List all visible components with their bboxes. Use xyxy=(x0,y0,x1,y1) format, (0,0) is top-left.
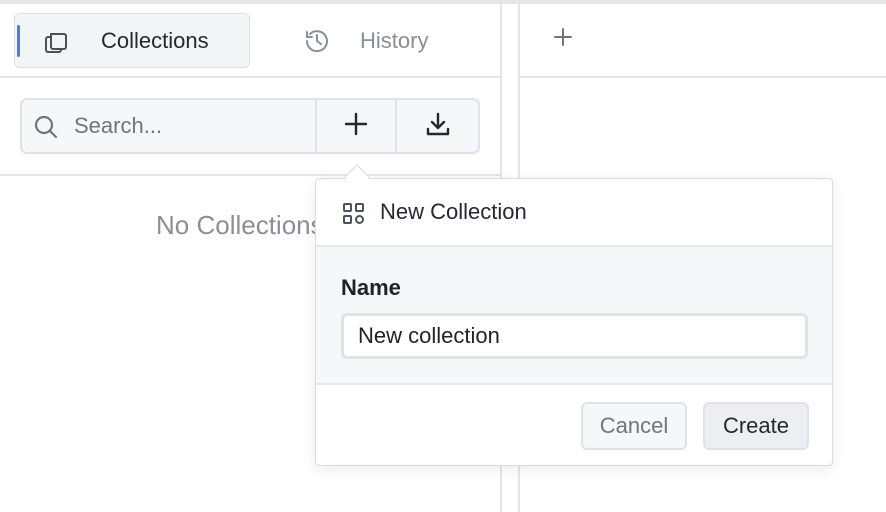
search-toolbar-group xyxy=(20,98,480,154)
download-icon xyxy=(424,110,452,143)
cancel-button[interactable]: Cancel xyxy=(581,402,687,450)
create-button[interactable]: Create xyxy=(703,402,809,450)
search-input[interactable] xyxy=(74,100,310,152)
popover-title: New Collection xyxy=(380,199,527,224)
app-window: Collections History Search... No Collect… xyxy=(0,0,886,512)
import-button[interactable] xyxy=(397,100,478,152)
search-box[interactable] xyxy=(22,100,317,152)
tab-history[interactable]: History xyxy=(296,13,476,68)
popover-footer: Cancel Create xyxy=(316,385,832,465)
request-tabbar xyxy=(518,4,886,78)
add-collection-button[interactable] xyxy=(317,100,398,152)
sidebar-tabs: Collections History xyxy=(0,4,500,78)
collections-icon xyxy=(41,27,71,57)
popover-header: New Collection xyxy=(316,179,832,247)
new-collection-popover: New Collection Name Cancel Create xyxy=(315,178,833,466)
popover-body: Name xyxy=(316,247,832,385)
new-tab-button[interactable] xyxy=(548,24,578,54)
tab-collections[interactable]: Collections xyxy=(14,13,250,68)
plus-icon xyxy=(343,111,369,142)
search-icon xyxy=(32,113,60,146)
active-tab-indicator xyxy=(17,25,20,57)
tab-history-label: History xyxy=(360,27,429,53)
history-icon xyxy=(302,26,332,56)
plus-icon xyxy=(553,27,573,52)
sidebar-toolbar xyxy=(0,80,500,176)
empty-state-text: No Collections xyxy=(156,210,324,240)
collection-name-input[interactable] xyxy=(341,313,808,359)
grid-icon xyxy=(342,202,366,231)
name-field-label: Name xyxy=(341,275,401,300)
tab-collections-label: Collections xyxy=(101,27,209,53)
